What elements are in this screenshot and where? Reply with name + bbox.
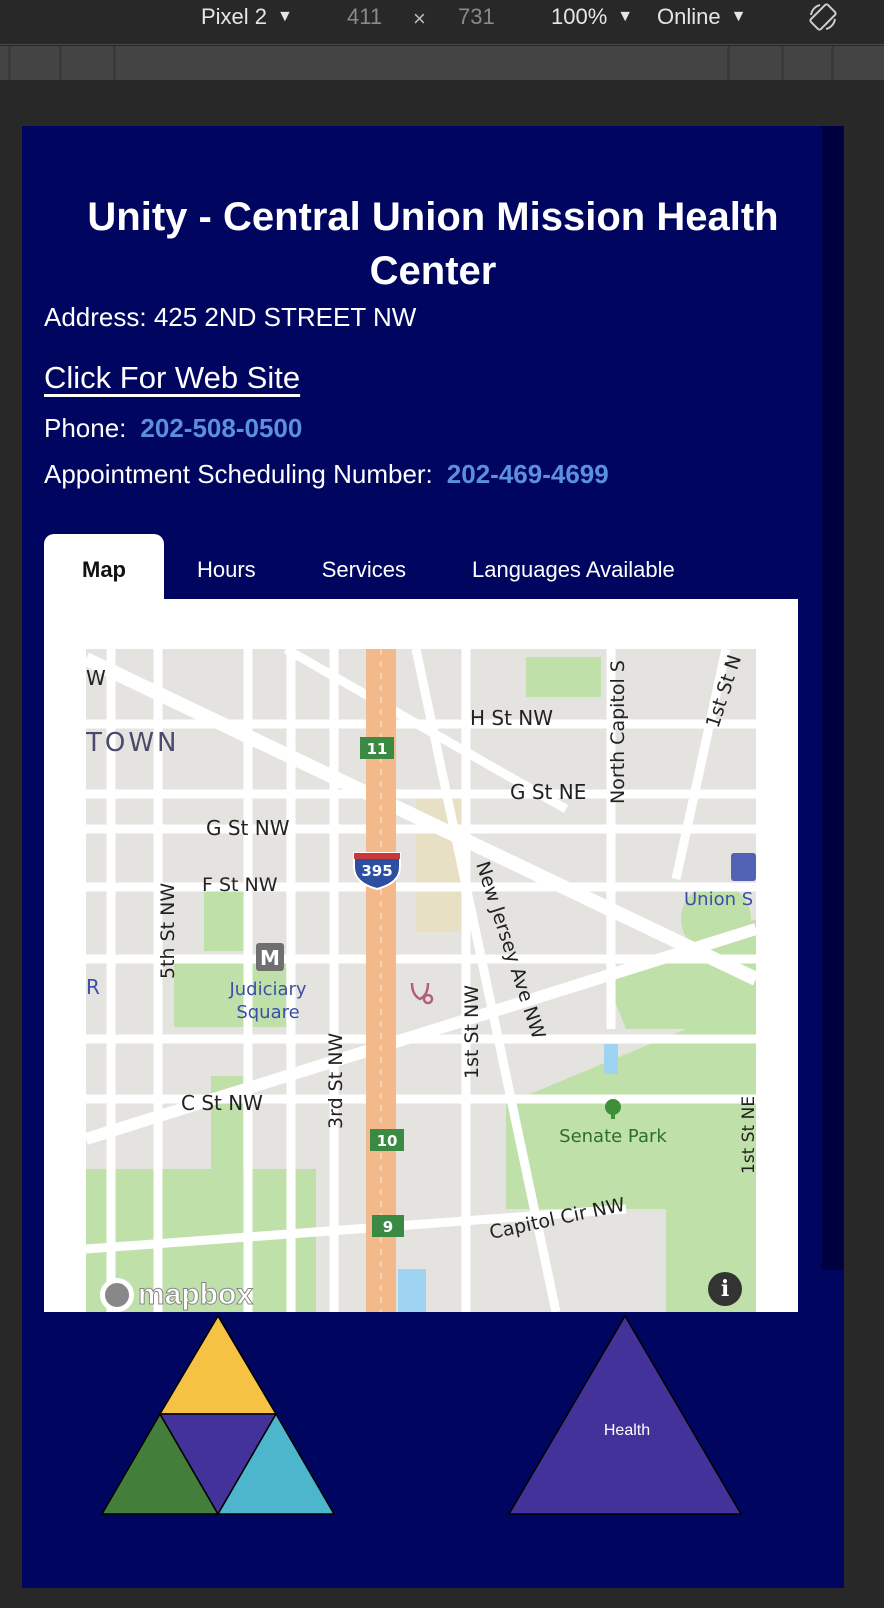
chevron-down-icon: ▼ [730,8,747,25]
width-value: 411 [347,4,383,29]
zoom-value: 100% [551,4,608,29]
route-shield-9: 9 [372,1215,404,1237]
health-label: Health [603,1422,651,1439]
map-label-r: R [86,975,100,999]
map-label-g-st-ne: G St NE [510,780,586,804]
map-label-f-st-nw: F St NW [202,874,278,896]
map-panel: 11 395 10 9 M H St NW G St NE G St NW F … [44,599,798,1312]
device-select[interactable]: Pixel 2 ▼ [201,4,293,30]
times-icon: × [413,6,426,31]
map-label-1st-st-ne-b: 1st St NE [739,1096,756,1174]
mapbox-text: mapbox [137,1278,254,1312]
map-label-5th-st: 5th St NW [157,883,179,979]
phone-label: Phone: [44,413,127,443]
height-input[interactable]: 731 [458,4,495,30]
shield-10-text: 10 [377,1132,398,1150]
phone-row: Phone: 202-508-0500 [44,413,302,444]
network-value: Online [657,4,721,29]
map[interactable]: 11 395 10 9 M H St NW G St NE G St NW F … [86,649,756,1312]
devtools-toolbar: Pixel 2 ▼ 411 × 731 100% ▼ Online ▼ [0,0,884,45]
shield-395-text: 395 [361,862,392,880]
map-label-h-st: H St NW [470,706,553,730]
tab-hours[interactable]: Hours [164,534,289,604]
map-label-3rd-st: 3rd St NW [325,1033,347,1129]
appointment-label: Appointment Scheduling Number: [44,459,433,489]
health-logo-icon [100,1314,336,1516]
address: Address: 425 2ND STREET NW [44,302,417,332]
width-input[interactable]: 411 [347,4,382,30]
tab-map[interactable]: Map [44,534,164,604]
health-triangle-icon[interactable] [507,1314,743,1516]
map-label-square: Square [236,1002,299,1023]
page-title: Unity - Central Union Mission Health Cen… [87,195,779,293]
rail-station-icon [731,853,756,881]
metro-icon: M [256,943,284,971]
tab-languages[interactable]: Languages Available [439,534,708,604]
park-area [204,891,248,951]
map-label-g-st-nw: G St NW [206,816,290,840]
zoom-select[interactable]: 100% ▼ [551,4,633,30]
map-label-north-capitol: North Capitol S [607,660,629,804]
phone-link[interactable]: 202-508-0500 [140,413,302,443]
rotate-icon[interactable] [808,2,838,32]
device-name: Pixel 2 [201,4,268,29]
network-select[interactable]: Online ▼ [657,4,746,30]
map-label-judiciary: Judiciary [228,979,306,1000]
map-label-1st-st-nw: 1st St NW [461,985,483,1079]
info-icon[interactable]: i [708,1272,742,1306]
map-label-senate-park: Senate Park [559,1126,667,1147]
shield-11-text: 11 [367,740,388,758]
info-tabs: Map Hours Services Languages Available [44,534,708,604]
website-link[interactable]: Click For Web Site [44,360,300,396]
route-shield-10: 10 [370,1129,404,1151]
scrollbar[interactable] [822,126,843,1270]
chevron-down-icon: ▼ [277,8,293,25]
map-label-c-st-nw: C St NW [181,1091,263,1115]
mapbox-logo-icon [100,1278,134,1312]
map-label-town: TOWN [86,728,180,758]
route-shield-11: 11 [360,737,394,759]
map-label-w: W [86,666,106,690]
shield-9-text: 9 [383,1218,393,1236]
appointment-row: Appointment Scheduling Number: 202-469-46… [44,459,609,490]
mapbox-attribution[interactable]: mapbox [100,1278,254,1312]
map-label-union-station: Union S [684,889,753,910]
metro-text: M [260,946,280,970]
tab-services[interactable]: Services [289,534,439,604]
appointment-phone-link[interactable]: 202-469-4699 [447,459,609,489]
map-canvas[interactable]: 11 395 10 9 M H St NW G St NE G St NW F … [86,649,756,1312]
height-value: 731 [458,4,495,29]
device-viewport: Unity - Central Union Mission Health Cen… [22,126,844,1588]
media-query-bar [0,46,884,80]
chevron-down-icon: ▼ [617,8,634,25]
